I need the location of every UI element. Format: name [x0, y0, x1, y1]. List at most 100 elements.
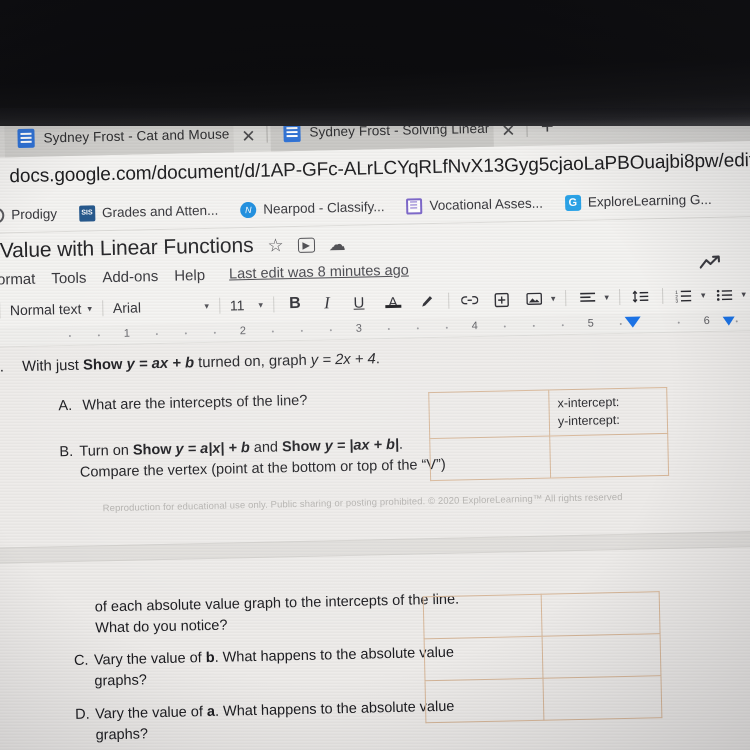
question-3d-line2: graphs?: [95, 726, 149, 744]
ruler-minor-tick: [271, 330, 274, 333]
question-3a-text: What are the intercepts of the line?: [82, 392, 308, 414]
move-to-folder-icon[interactable]: ▸: [297, 236, 315, 253]
question-3c-label: C.: [73, 652, 89, 669]
right-indent-marker[interactable]: [624, 316, 641, 328]
table-cell-intercepts[interactable]: x-intercept: y-intercept:: [548, 387, 668, 437]
insert-image-icon[interactable]: [523, 292, 545, 306]
italic-button[interactable]: I: [316, 293, 338, 313]
tab-divider: [266, 122, 268, 143]
chevron-down-icon[interactable]: ▾: [701, 290, 706, 301]
bookmark-prodigy[interactable]: Prodigy: [0, 206, 58, 224]
toolbar-separator: [218, 297, 221, 314]
tab-stop-marker[interactable]: [722, 316, 735, 326]
question-3-number: 3.: [0, 359, 5, 376]
underline-button[interactable]: U: [348, 294, 370, 311]
google-docs-icon: [17, 128, 35, 148]
highlight-color-button[interactable]: [416, 293, 438, 308]
menu-addons[interactable]: Add-ons: [102, 268, 158, 286]
toolbar-separator: [272, 296, 275, 313]
question-3b-continued: of each absolute value graph to the inte…: [95, 589, 476, 639]
insert-link-icon[interactable]: [459, 293, 481, 307]
table-cell-empty[interactable]: [429, 436, 551, 481]
text-color-button[interactable]: A: [382, 294, 404, 310]
bookmark-vocational[interactable]: Vocational Asses...: [406, 195, 543, 215]
add-comment-icon[interactable]: [491, 292, 513, 307]
ruler-minor-tick: [735, 320, 738, 323]
font-family-select[interactable]: Arial ▾: [113, 298, 209, 316]
numbered-list-button[interactable]: 1 2 3: [673, 289, 695, 302]
bookmark-nearpod[interactable]: N Nearpod - Classify...: [240, 199, 385, 218]
table-cell-empty[interactable]: [542, 633, 661, 679]
continued-line-2: What do you notice?: [95, 617, 228, 637]
question-3b-pre: Turn on: [79, 442, 130, 460]
table-cell-empty[interactable]: [425, 678, 544, 723]
line-spacing-button[interactable]: [630, 289, 652, 303]
font-size-select[interactable]: 11 ▾: [229, 297, 264, 314]
question-3d: D. Vary the value of a. What happens to t…: [75, 696, 466, 747]
browser-tab-2[interactable]: Sydney Frost - Solving Linear: [269, 108, 494, 152]
menu-tools[interactable]: Tools: [51, 269, 86, 287]
table-cell-empty[interactable]: [424, 636, 543, 681]
paragraph-style-select[interactable]: Normal text ▾: [10, 300, 92, 319]
bookmark-prodigy-label: Prodigy: [11, 206, 58, 223]
question-3: 3. With just Show y = ax + b turned on, …: [0, 351, 380, 375]
ruler-minor-tick: [619, 322, 622, 325]
table-row: [424, 633, 661, 681]
document-paper[interactable]: 3. With just Show y = ax + b turned on, …: [0, 330, 750, 750]
answer-table-1[interactable]: x-intercept: y-intercept:: [428, 387, 669, 481]
trending-up-icon[interactable]: [699, 253, 722, 274]
bookmark-explorelearning-label: ExploreLearning G...: [587, 191, 712, 210]
chevron-down-icon[interactable]: ▾: [604, 292, 609, 303]
explorelearning-favicon-icon: G: [564, 194, 582, 211]
chevron-down-icon: ▾: [258, 299, 264, 310]
chevron-down-icon[interactable]: ▾: [551, 293, 556, 304]
table-cell-empty[interactable]: [542, 675, 662, 721]
star-icon[interactable]: ☆: [267, 235, 284, 255]
table-row: x-intercept: y-intercept:: [428, 387, 668, 439]
chevron-down-icon[interactable]: ▾: [741, 289, 746, 300]
ruler-tick-6: 6: [703, 314, 710, 328]
bookmark-explorelearning[interactable]: G ExploreLearning G...: [564, 191, 712, 211]
table-cell-empty[interactable]: [428, 390, 550, 439]
answer-table-2[interactable]: [423, 591, 663, 723]
font-size-value: 11: [229, 297, 245, 314]
tab-divider: [526, 116, 528, 137]
question-3b-equation-1: y = a|x| + b: [175, 440, 250, 458]
question-3-bold-show: Show: [82, 356, 123, 374]
table-cell-empty[interactable]: [423, 594, 543, 639]
ruler-minor-tick: [503, 325, 506, 328]
browser-tab-2-close-icon[interactable]: ✕: [493, 116, 524, 147]
copyright-footer: Reproduction for educational use only. P…: [102, 491, 623, 515]
x-intercept-label: x-intercept:: [557, 394, 620, 411]
question-3b-line2: Compare the vertex (point at the bottom …: [79, 456, 446, 481]
question-3c-variable: b: [205, 649, 215, 667]
nearpod-favicon-icon: N: [240, 201, 257, 218]
table-cell-empty[interactable]: [549, 433, 669, 479]
toolbar-separator: [661, 288, 664, 305]
align-button[interactable]: [576, 291, 598, 304]
table-row: [425, 675, 662, 723]
ruler-minor-tick: [561, 324, 564, 327]
table-cell-empty[interactable]: [541, 591, 661, 637]
bold-button[interactable]: B: [284, 295, 306, 313]
grades-favicon-icon: SIS: [78, 204, 96, 222]
ruler-tick-1: 1: [123, 327, 131, 340]
ruler-minor-tick: [68, 334, 71, 337]
cloud-status-icon[interactable]: ☁: [328, 234, 345, 253]
menu-format[interactable]: Format: [0, 270, 36, 288]
ruler-tick-2: 2: [239, 325, 247, 338]
chevron-down-icon: ▾: [204, 300, 210, 311]
new-tab-button[interactable]: +: [530, 107, 565, 146]
menu-help[interactable]: Help: [174, 267, 205, 285]
table-row: [429, 433, 669, 481]
browser-tab-1-close-icon[interactable]: ✕: [233, 122, 264, 153]
bookmark-grades[interactable]: SIS Grades and Atten...: [78, 202, 219, 222]
question-3b-period: .: [398, 436, 404, 453]
ruler-tick-3: 3: [355, 322, 363, 335]
document-page-area: 3. With just Show y = ax + b turned on, …: [0, 330, 750, 750]
question-3b-equation-2: y = |ax + b|: [324, 436, 400, 455]
last-edit-label[interactable]: Last edit was 8 minutes ago: [229, 263, 409, 283]
question-3-text-before: With just: [21, 357, 80, 376]
browser-tab-1[interactable]: Sydney Frost - Cat and Mouse: [4, 114, 234, 158]
bulleted-list-button[interactable]: [713, 288, 735, 301]
